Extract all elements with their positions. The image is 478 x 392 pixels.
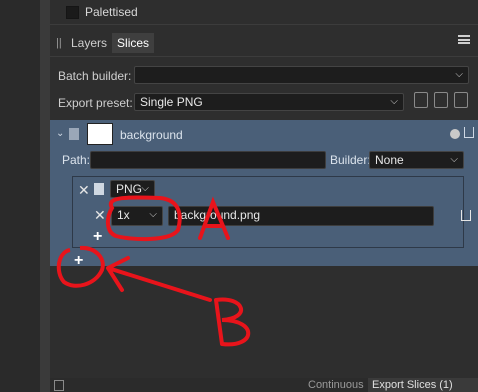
chevron-down-icon: ⌵	[455, 69, 463, 80]
scale-select[interactable]: 1x ⌵	[111, 206, 163, 226]
remove-format-icon[interactable]: ✕	[78, 183, 90, 197]
slice-row-background[interactable]: ⌄ background	[50, 120, 478, 148]
tab-layers[interactable]: Layers	[66, 33, 112, 53]
document-icon	[69, 128, 79, 140]
builder-value: None	[375, 153, 404, 167]
export-preset-value: Single PNG	[140, 95, 203, 109]
add-preset-icon[interactable]	[414, 92, 428, 108]
chevron-down-icon: ⌵	[390, 96, 398, 107]
filename-input[interactable]: background.png	[168, 206, 434, 226]
export-state-dot-icon[interactable]	[450, 129, 460, 139]
builder-select[interactable]: None ⌵	[369, 151, 464, 169]
palettised-checkbox[interactable]	[66, 5, 79, 19]
path-input[interactable]	[90, 151, 326, 169]
panel-footer: Continuous Export Slices (1)	[50, 378, 478, 392]
format-type-value: PNG	[116, 182, 143, 196]
path-row: Path: Builder: None ⌵	[50, 150, 478, 170]
continuous-label[interactable]: Continuous	[308, 379, 364, 391]
export-slices-button[interactable]: Export Slices (1)	[368, 378, 478, 392]
chevron-down-icon: ⌵	[149, 209, 157, 220]
export-slices-label: Export Slices (1)	[372, 379, 453, 391]
panel-divider[interactable]	[40, 0, 50, 392]
add-format-button[interactable]: +	[74, 253, 83, 269]
panel-menu-icon[interactable]	[458, 35, 470, 44]
chevron-down-icon: ⌵	[450, 154, 458, 165]
panel-tabs: || Layers Slices	[50, 32, 478, 54]
remove-scale-icon[interactable]: ✕	[94, 208, 106, 222]
format-type-select[interactable]: PNG ⌵	[110, 180, 155, 198]
scale-value: 1x	[117, 208, 130, 222]
tab-slices[interactable]: Slices	[112, 33, 155, 53]
filename-value: background.png	[174, 208, 261, 222]
batch-builder-select[interactable]: ⌵	[134, 66, 469, 84]
slices-list: ⌄ background Path: Builder: None ⌵ ✕ PNG…	[50, 120, 478, 269]
path-label: Path:	[62, 153, 91, 167]
slice-name[interactable]: background	[120, 128, 183, 142]
batch-builder-label: Batch builder:	[58, 69, 132, 83]
export-format-icon[interactable]	[461, 210, 471, 221]
add-scale-button[interactable]: +	[93, 229, 102, 245]
export-preset-label: Export preset:	[58, 96, 133, 110]
drag-grip-icon[interactable]: ||	[56, 37, 66, 49]
separator	[50, 24, 478, 25]
copy-preset-icon[interactable]	[434, 92, 448, 108]
export-slice-icon[interactable]	[464, 127, 474, 138]
expand-chevron-icon[interactable]: ⌄	[56, 128, 64, 139]
chevron-down-icon: ⌵	[141, 183, 149, 194]
palettised-label: Palettised	[85, 5, 138, 19]
slice-thumbnail	[87, 123, 113, 145]
trash-icon[interactable]	[54, 380, 64, 391]
export-preset-select[interactable]: Single PNG ⌵	[134, 93, 404, 111]
delete-preset-icon[interactable]	[454, 92, 468, 108]
tabs-separator	[50, 56, 478, 57]
palettised-option[interactable]: Palettised	[66, 3, 138, 21]
left-panel-strip	[0, 0, 40, 392]
slices-panel: Palettised || Layers Slices Batch builde…	[50, 0, 478, 392]
builder-label: Builder:	[330, 153, 371, 167]
export-format-box: ✕ PNG ⌵ ✕ 1x ⌵ background.png +	[72, 176, 471, 248]
file-icon	[94, 183, 104, 195]
